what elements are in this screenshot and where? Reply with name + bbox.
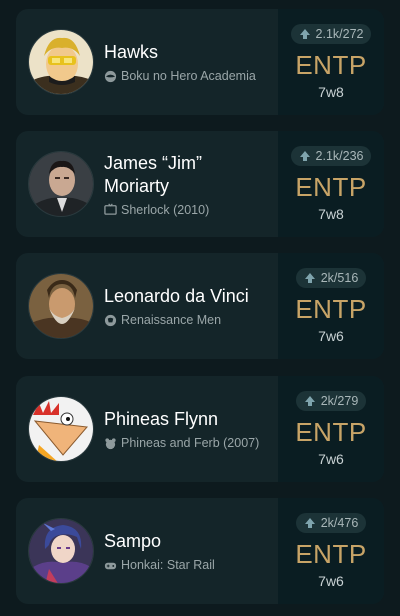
profile-card[interactable]: Phineas Flynn Phineas and Ferb (2007) 2k…: [16, 376, 384, 482]
votes-badge: 2.1k/236: [290, 146, 372, 166]
source-row[interactable]: Renaissance Men: [104, 313, 254, 327]
character-name[interactable]: Leonardo da Vinci: [104, 285, 254, 308]
votes-count: 2k/279: [320, 394, 359, 408]
tv-icon: [104, 203, 117, 215]
mbti-type: ENTP: [295, 294, 367, 324]
mbti-type: ENTP: [295, 50, 367, 80]
vote-icon: [304, 518, 315, 528]
votes-count: 2k/476: [320, 516, 359, 530]
votes-count: 2.1k/236: [315, 149, 364, 163]
avatar: [28, 273, 94, 339]
anime-icon: [104, 70, 117, 82]
avatar: [28, 151, 94, 217]
type-panel[interactable]: 2k/279 ENTP 7w6: [278, 376, 384, 482]
votes-count: 2k/516: [320, 271, 359, 285]
enneagram-type: 7w8: [318, 84, 344, 100]
votes-badge: 2.1k/272: [290, 24, 372, 44]
avatar: [28, 29, 94, 95]
vote-icon: [304, 396, 315, 406]
mbti-type: ENTP: [295, 417, 367, 447]
source-row[interactable]: Phineas and Ferb (2007): [104, 436, 259, 450]
profile-main[interactable]: Phineas Flynn Phineas and Ferb (2007): [16, 376, 278, 482]
profile-card[interactable]: Leonardo da Vinci Renaissance Men 2k/516…: [16, 253, 384, 359]
character-name[interactable]: Phineas Flynn: [104, 408, 254, 431]
character-name[interactable]: Hawks: [104, 41, 254, 64]
source-label: Honkai: Star Rail: [121, 558, 215, 572]
vote-icon: [304, 273, 315, 283]
profile-main[interactable]: James “Jim” Moriarty Sherlock (2010): [16, 131, 278, 237]
vote-icon: [299, 151, 310, 161]
profile-main[interactable]: Leonardo da Vinci Renaissance Men: [16, 253, 278, 359]
avatar: [28, 396, 94, 462]
source-label: Phineas and Ferb (2007): [121, 436, 260, 450]
character-name[interactable]: James “Jim” Moriarty: [104, 152, 254, 198]
source-label: Boku no Hero Academia: [121, 69, 256, 83]
profile-list: Hawks Boku no Hero Academia 2.1k/272 ENT…: [0, 0, 400, 616]
source-label: Renaissance Men: [121, 313, 222, 327]
character-name[interactable]: Sampo: [104, 530, 254, 553]
vote-icon: [299, 29, 310, 39]
profile-main[interactable]: Hawks Boku no Hero Academia: [16, 9, 278, 115]
avatar: [28, 518, 94, 584]
profile-card[interactable]: James “Jim” Moriarty Sherlock (2010) 2.1…: [16, 131, 384, 237]
type-panel[interactable]: 2k/476 ENTP 7w6: [278, 498, 384, 604]
type-panel[interactable]: 2.1k/272 ENTP 7w8: [278, 9, 384, 115]
history-icon: [104, 314, 117, 326]
enneagram-type: 7w6: [318, 573, 344, 589]
votes-count: 2.1k/272: [315, 27, 364, 41]
cartoon-icon: [105, 437, 116, 449]
profile-main[interactable]: Sampo Honkai: Star Rail: [16, 498, 278, 604]
source-row[interactable]: Honkai: Star Rail: [104, 558, 254, 572]
enneagram-type: 7w6: [318, 451, 344, 467]
source-row[interactable]: Boku no Hero Academia: [104, 69, 256, 83]
enneagram-type: 7w6: [318, 328, 344, 344]
enneagram-type: 7w8: [318, 206, 344, 222]
mbti-type: ENTP: [295, 539, 367, 569]
profile-card[interactable]: Hawks Boku no Hero Academia 2.1k/272 ENT…: [16, 9, 384, 115]
source-row[interactable]: Sherlock (2010): [104, 203, 254, 217]
votes-badge: 2k/476: [295, 513, 367, 533]
gamepad-icon: [104, 562, 117, 569]
profile-card[interactable]: Sampo Honkai: Star Rail 2k/476 ENTP 7w6: [16, 498, 384, 604]
type-panel[interactable]: 2.1k/236 ENTP 7w8: [278, 131, 384, 237]
votes-badge: 2k/279: [295, 391, 367, 411]
type-panel[interactable]: 2k/516 ENTP 7w6: [278, 253, 384, 359]
votes-badge: 2k/516: [295, 268, 367, 288]
source-label: Sherlock (2010): [121, 202, 210, 217]
mbti-type: ENTP: [295, 172, 367, 202]
